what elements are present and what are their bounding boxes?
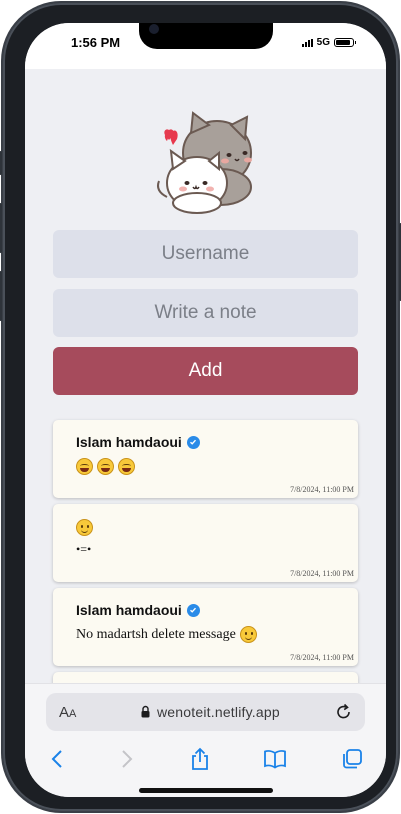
reload-icon[interactable] (335, 703, 353, 721)
notch (139, 23, 273, 49)
note-date: 7/8/2024, 11:00 PM (290, 485, 354, 494)
laughing-emoji-icon (97, 458, 114, 475)
add-button[interactable]: Add (53, 347, 358, 395)
url-text: wenoteit.netlify.app (157, 704, 280, 720)
note-author: Islam hamdaoui (76, 602, 200, 618)
text-size-button[interactable]: AA (59, 704, 76, 721)
signal-icon (301, 38, 313, 47)
network-type: 5G (316, 37, 330, 48)
note-input[interactable] (53, 289, 358, 337)
note-card (53, 672, 358, 683)
note-emoji-line (76, 519, 93, 536)
note-date: 7/8/2024, 11:00 PM (290, 653, 354, 662)
note-text: •=• (76, 542, 92, 556)
note-text-row: No madartsh delete message (76, 626, 257, 643)
forward-icon[interactable] (115, 746, 139, 772)
volume-up-button (0, 203, 2, 253)
bookmarks-icon[interactable] (263, 746, 287, 772)
tabs-icon[interactable] (340, 746, 364, 772)
volume-down-button (0, 271, 2, 321)
screen: 1:56 PM 5G Username Write a note Add Isl… (25, 23, 386, 797)
status-time: 1:56 PM (71, 35, 121, 50)
browser-toolbar (25, 746, 386, 776)
share-icon[interactable] (188, 746, 212, 772)
address-bar[interactable]: AA wenoteit.netlify.app (46, 693, 365, 731)
lock-icon (141, 705, 150, 718)
mute-switch (0, 151, 2, 175)
laughing-emoji-icon (76, 458, 93, 475)
back-icon[interactable] (45, 746, 69, 772)
note-card: Islam hamdaoui 7/8/2024, 11:00 PM (53, 420, 358, 498)
username-input[interactable] (53, 230, 358, 278)
note-author-name: Islam hamdaoui (76, 434, 182, 450)
app-content: Add Islam hamdaoui 7/8/2024, 11:00 PM (25, 69, 386, 683)
home-indicator (139, 788, 273, 793)
note-date: 7/8/2024, 11:00 PM (290, 569, 354, 578)
battery-icon (334, 38, 356, 47)
phone-frame: 1:56 PM 5G Username Write a note Add Isl… (0, 3, 401, 811)
verified-badge-icon (186, 435, 200, 449)
laughing-emoji-icon (118, 458, 135, 475)
front-camera (149, 24, 159, 34)
smiling-emoji-icon (239, 626, 257, 643)
note-text (76, 458, 135, 475)
cats-mascot-image (157, 111, 252, 214)
note-text: No madartsh delete message (76, 626, 236, 642)
status-indicators: 5G (301, 37, 356, 48)
note-author-name: Islam hamdaoui (76, 602, 182, 618)
smiling-emoji-icon (76, 519, 93, 536)
note-author: Islam hamdaoui (76, 434, 200, 450)
note-card: Islam hamdaoui No madartsh delete messag… (53, 588, 358, 666)
status-bar: 1:56 PM 5G (25, 23, 386, 69)
browser-bar: AA wenoteit.netlify.app (25, 683, 386, 797)
verified-badge-icon (186, 603, 200, 617)
note-card: •=• 7/8/2024, 11:00 PM (53, 504, 358, 582)
